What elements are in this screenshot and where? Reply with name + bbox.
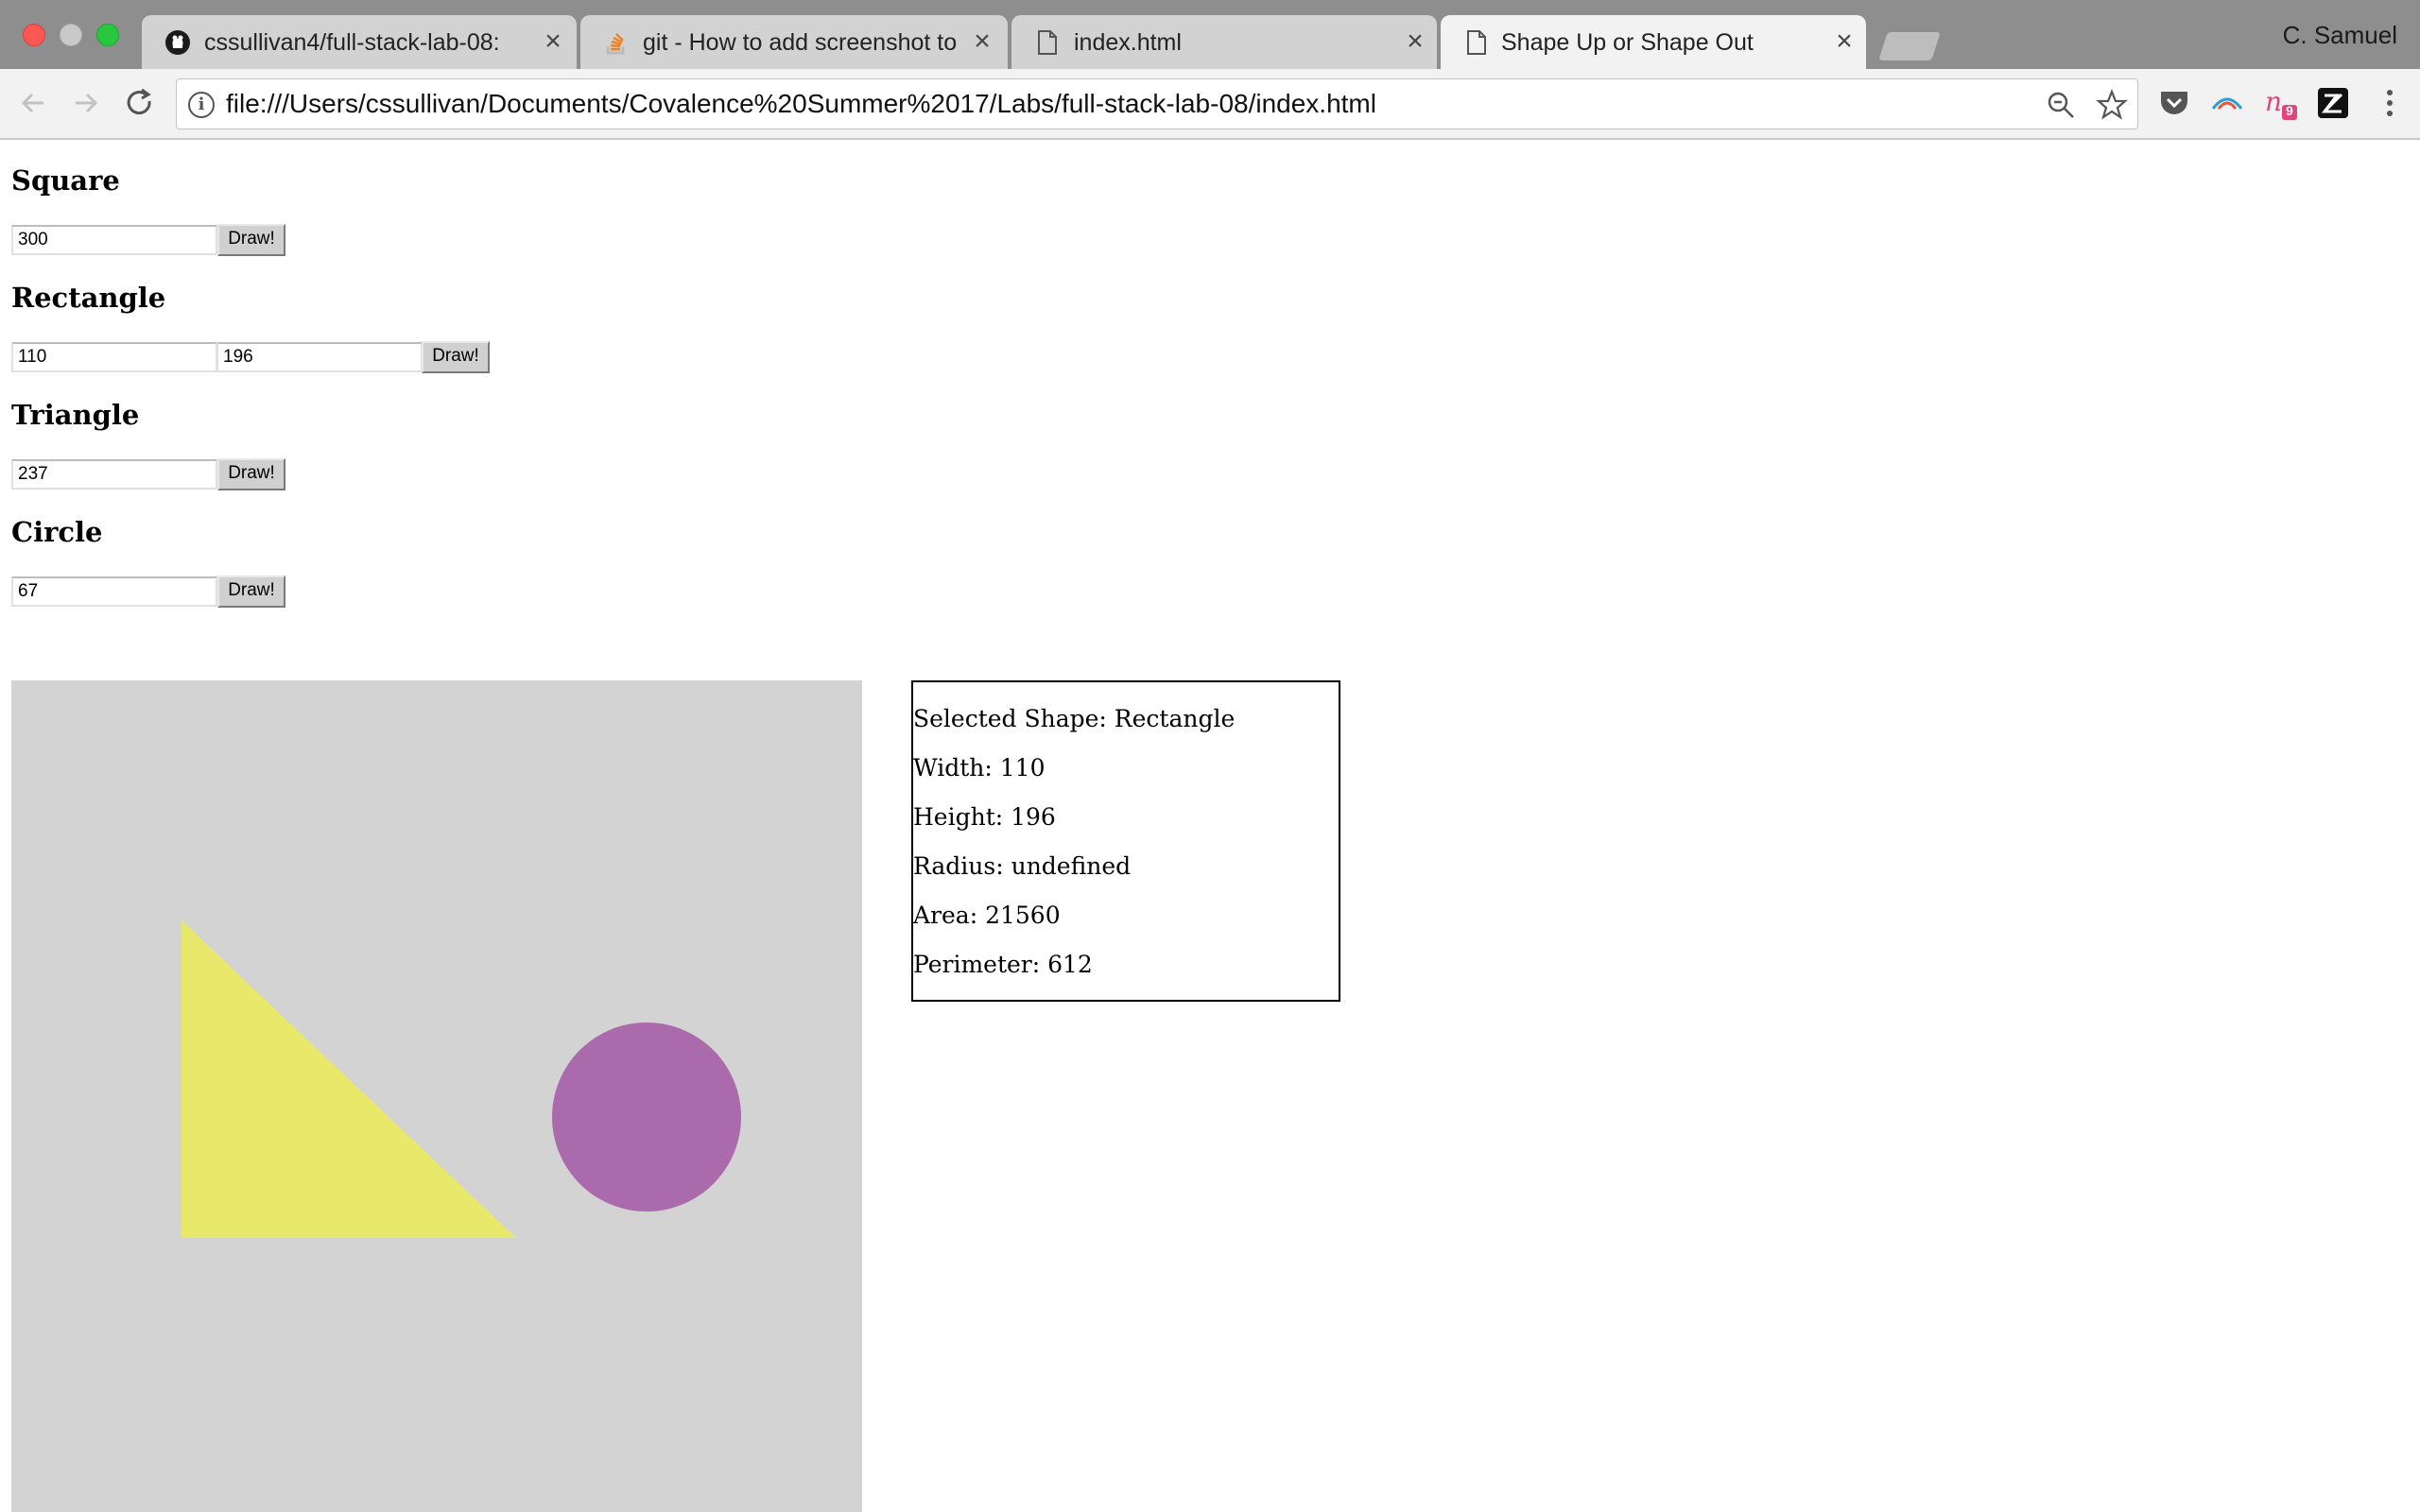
draw-circle-button[interactable]: Draw! [217, 576, 285, 608]
tab-title: git - How to add screenshot to [643, 29, 958, 56]
tab-github[interactable]: cssullivan4/full-stack-lab-08: × [142, 15, 577, 69]
info-icon[interactable]: i [188, 92, 215, 118]
info-width: Width: 110 [913, 754, 1046, 782]
tab-title: cssullivan4/full-stack-lab-08: [204, 29, 500, 56]
arc-icon[interactable] [2210, 86, 2244, 120]
square-size-input[interactable] [11, 225, 217, 255]
rectangle-width-input[interactable] [11, 342, 217, 372]
close-icon[interactable]: × [1830, 26, 1858, 58]
tab-index-html[interactable]: index.html × [1011, 15, 1437, 69]
profile-name[interactable]: C. Samuel [2283, 21, 2397, 50]
svg-text:n: n [2265, 86, 2282, 117]
file-icon [1463, 29, 1490, 56]
pocket-icon[interactable] [2157, 86, 2191, 120]
github-icon [164, 29, 191, 56]
info-perimeter: Perimeter: 612 [913, 951, 1093, 978]
shape-info-panel: Selected Shape: Rectangle Width: 110 Hei… [911, 680, 1340, 1002]
notes-icon[interactable]: n 9 [2263, 86, 2297, 120]
triangle-height-input[interactable] [11, 459, 217, 490]
close-icon[interactable]: × [539, 26, 567, 58]
address-bar[interactable]: i file:///Users/cssullivan/Documents/Cov… [176, 78, 2138, 129]
draw-rectangle-button[interactable]: Draw! [422, 341, 490, 373]
rectangle-height-input[interactable] [216, 342, 423, 372]
tab-stackoverflow[interactable]: git - How to add screenshot to × [580, 15, 1008, 69]
window-minimize-button[interactable] [60, 24, 82, 46]
info-area: Area: 21560 [913, 902, 1061, 929]
zoom-icon[interactable] [2045, 89, 2077, 121]
zendesk-icon[interactable] [2316, 86, 2350, 120]
shape-canvas [11, 680, 862, 1512]
close-icon[interactable]: × [968, 26, 996, 58]
extension-badge: 9 [2286, 103, 2293, 118]
draw-square-button[interactable]: Draw! [217, 224, 285, 256]
page-content: Square Draw! Rectangle Draw! Triangle Dr… [0, 142, 2420, 1512]
browser-toolbar: i file:///Users/cssullivan/Documents/Cov… [0, 69, 2420, 140]
menu-icon[interactable] [2373, 86, 2407, 120]
triangle-heading: Triangle [11, 399, 140, 431]
new-tab-button[interactable] [1878, 32, 1941, 60]
address-url[interactable]: file:///Users/cssullivan/Documents/Coval… [226, 89, 1376, 119]
draw-triangle-button[interactable]: Draw! [217, 458, 285, 490]
info-selected-shape: Selected Shape: Rectangle [913, 705, 1236, 732]
tab-shape-up[interactable]: Shape Up or Shape Out × [1441, 15, 1866, 69]
close-icon[interactable]: × [1401, 26, 1429, 58]
tab-title: index.html [1074, 29, 1182, 56]
info-radius: Radius: undefined [913, 852, 1132, 880]
reload-icon[interactable] [121, 84, 159, 122]
stackoverflow-icon [603, 29, 630, 56]
window-maximize-button[interactable] [96, 24, 119, 46]
circle-radius-input[interactable] [11, 576, 217, 607]
window-close-button[interactable] [23, 24, 45, 46]
back-arrow-icon[interactable] [15, 84, 53, 122]
circle-shape[interactable] [552, 1022, 741, 1211]
square-heading: Square [11, 164, 120, 197]
forward-arrow-icon[interactable] [66, 84, 104, 122]
triangle-shape[interactable] [182, 920, 516, 1238]
circle-heading: Circle [11, 516, 103, 548]
rectangle-heading: Rectangle [11, 282, 166, 314]
info-height: Height: 196 [913, 803, 1056, 831]
browser-titlebar: cssullivan4/full-stack-lab-08: × git - H… [0, 0, 2420, 69]
bookmark-star-icon[interactable] [2096, 89, 2128, 121]
tab-title: Shape Up or Shape Out [1501, 29, 1754, 56]
file-icon [1034, 29, 1061, 56]
